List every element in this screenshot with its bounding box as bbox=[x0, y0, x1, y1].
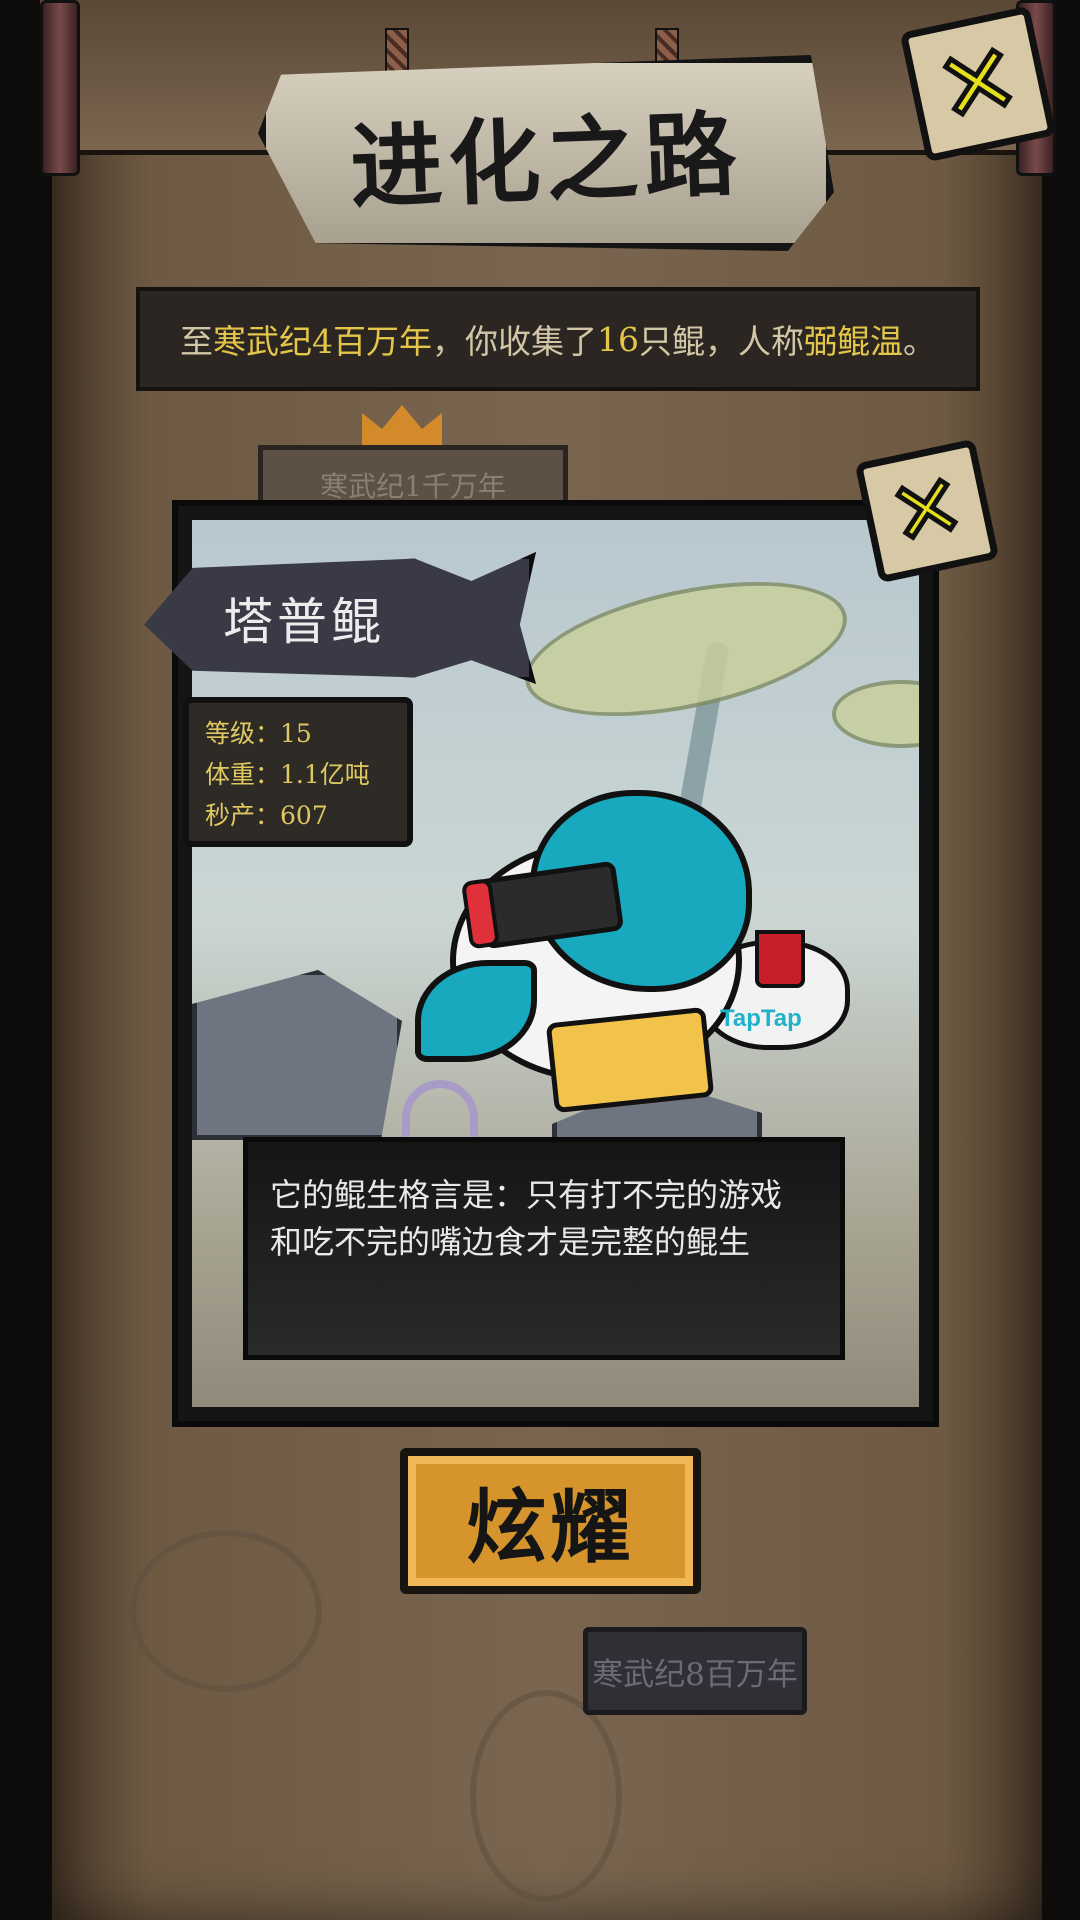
title-plank: 进化之路 bbox=[258, 55, 834, 251]
fossil-spine-icon bbox=[470, 1690, 622, 1902]
stat-label: 秒产： bbox=[205, 801, 281, 830]
fossil-ribs-icon bbox=[130, 1530, 322, 1692]
scroll-rod-left bbox=[40, 0, 80, 176]
snack-bag-icon bbox=[545, 1006, 715, 1114]
summary-text-2: 只鲲，人称 bbox=[639, 322, 804, 361]
summary-count: 16 bbox=[597, 319, 639, 359]
motto-line-1: 它的鲲生格言是：只有打不完的游戏 bbox=[270, 1176, 783, 1214]
stat-value: 1.1亿吨 bbox=[280, 760, 370, 789]
summary-prefix: 至 bbox=[180, 322, 213, 361]
stat-label: 等级： bbox=[205, 719, 281, 748]
close-card-button[interactable]: ✕ bbox=[854, 438, 1000, 584]
close-page-button[interactable]: ✕ bbox=[899, 5, 1057, 163]
share-button-label: 炫耀 bbox=[466, 1480, 635, 1574]
close-icon: ✕ bbox=[879, 452, 975, 570]
creature-name: 塔普鲲 bbox=[223, 593, 385, 651]
taptap-logo: TapTap bbox=[720, 1005, 802, 1032]
close-icon: ✕ bbox=[925, 18, 1032, 149]
evolution-summary: 至寒武纪4百万年 ，你收集了 16 只鲲，人称 弼鲲温。 bbox=[136, 287, 980, 391]
drink-cup-icon bbox=[755, 930, 805, 988]
stat-value: 15 bbox=[280, 719, 312, 748]
rock-left bbox=[192, 970, 402, 1140]
stat-value: 607 bbox=[280, 801, 328, 830]
lily-pad-small bbox=[832, 680, 919, 748]
summary-nickname: 弼鲲温 bbox=[804, 322, 903, 361]
lily-pad-large bbox=[513, 557, 859, 741]
summary-suffix: 。 bbox=[903, 322, 936, 361]
stat-label: 体重： bbox=[205, 760, 281, 789]
creature-illustration: TapTap bbox=[415, 760, 850, 1114]
summary-text-1: ，你收集了 bbox=[432, 322, 597, 361]
stat-production: 秒产：607 bbox=[205, 795, 391, 836]
summary-era: 寒武纪4百万年 bbox=[213, 322, 432, 361]
creature-motto: 它的鲲生格言是：只有打不完的游戏 和吃不完的嘴边食才是完整的鲲生 bbox=[243, 1137, 845, 1360]
stat-level: 等级：15 bbox=[205, 713, 391, 754]
motto-line-2: 和吃不完的嘴边食才是完整的鲲生 bbox=[270, 1223, 751, 1261]
timeline-era-faded: 寒武纪8百万年 bbox=[583, 1627, 807, 1715]
page-title: 进化之路 bbox=[348, 99, 745, 222]
share-button[interactable]: 炫耀 bbox=[400, 1448, 701, 1594]
stat-weight: 体重：1.1亿吨 bbox=[205, 754, 391, 795]
creature-stats: 等级：15 体重：1.1亿吨 秒产：607 bbox=[183, 697, 413, 847]
